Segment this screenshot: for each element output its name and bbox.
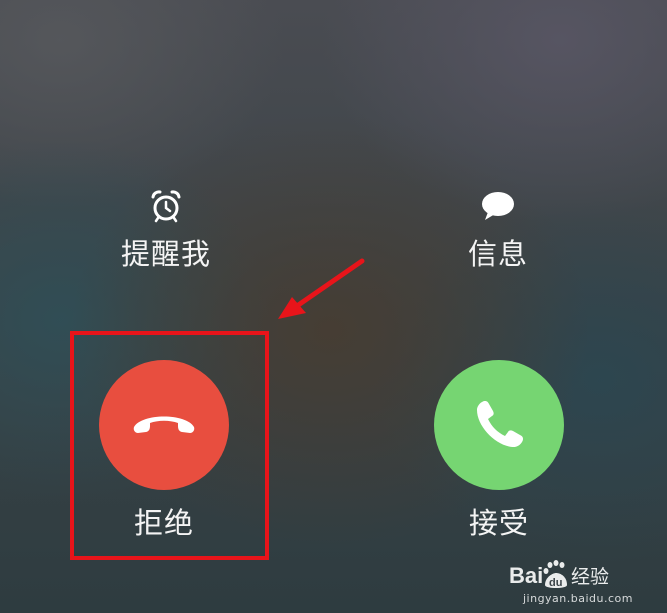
svg-text:Bai: Bai <box>509 563 543 588</box>
baidu-logo-icon: Bai du 经验 <box>509 560 609 589</box>
arrow-icon <box>278 258 365 319</box>
accept-button[interactable] <box>434 360 564 490</box>
decline-label: 拒绝 <box>133 506 194 540</box>
alarm-clock-icon <box>151 190 181 223</box>
message-option[interactable]: 信息 <box>418 188 578 272</box>
watermark: Bai du 经验 jingyan.baidu.com <box>509 559 633 605</box>
chat-bubble-icon <box>482 192 514 220</box>
phone-hangup-icon <box>133 416 195 433</box>
accept-label: 接受 <box>468 506 529 540</box>
decline-button[interactable] <box>99 360 229 490</box>
message-label: 信息 <box>467 237 528 271</box>
incoming-call-screen: 提醒我 信息 拒绝 接受 Bai du 经验 jingyan.baidu.com <box>0 0 667 613</box>
phone-icon <box>477 401 523 447</box>
watermark-url: jingyan.baidu.com <box>522 592 633 605</box>
remind-me-option[interactable]: 提醒我 <box>86 188 246 272</box>
svg-text:du: du <box>549 577 562 589</box>
svg-text:经验: 经验 <box>571 566 609 588</box>
remind-me-label: 提醒我 <box>120 237 211 271</box>
